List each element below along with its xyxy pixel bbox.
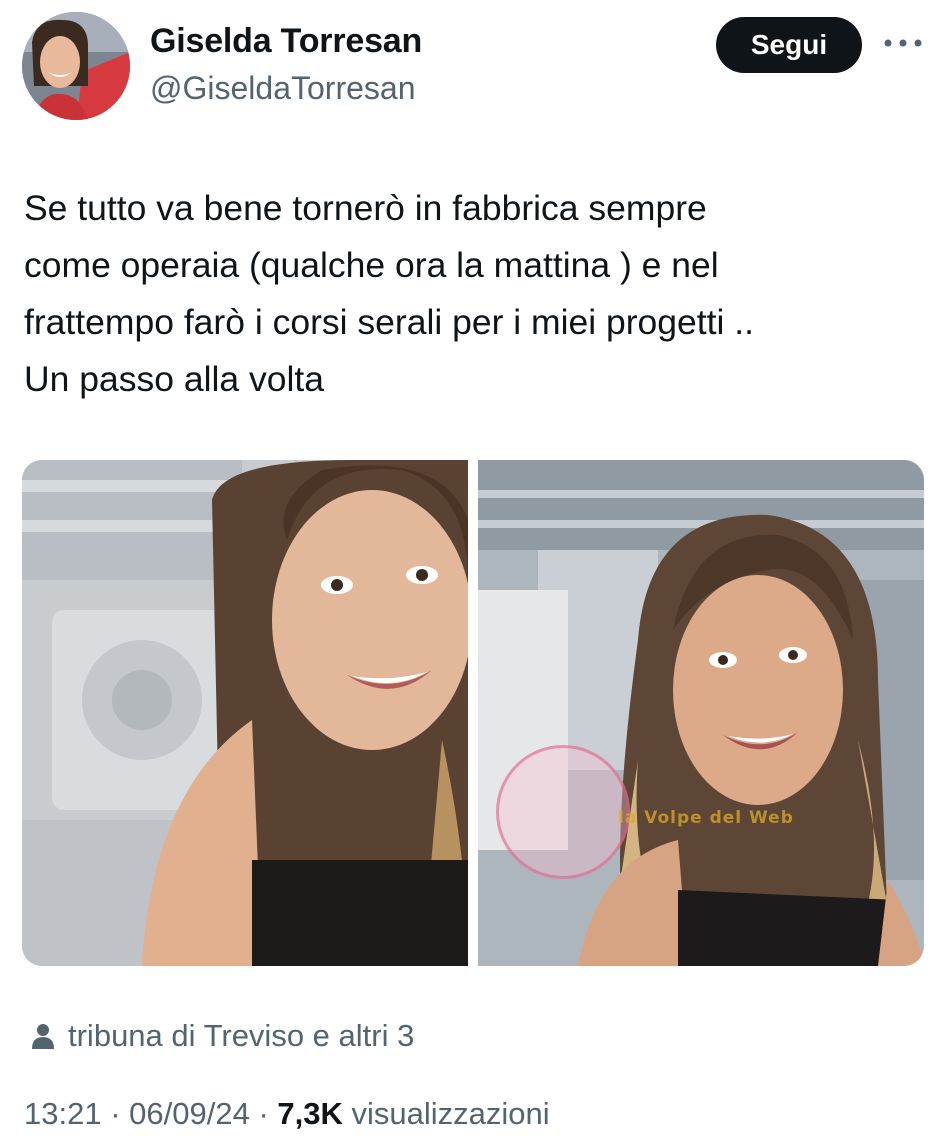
avatar-photo-icon — [22, 12, 130, 120]
meta-separator: · — [110, 1096, 121, 1131]
tagged-users-label: tribuna di Treviso e altri 3 — [68, 1018, 415, 1053]
photo-1[interactable] — [22, 460, 468, 966]
tweet-meta: 13:21 · 06/09/24 · 7,3K visualizzazioni — [24, 1096, 550, 1132]
author-name[interactable]: Giselda Torresan — [150, 22, 422, 61]
more-options-button[interactable] — [882, 30, 924, 56]
photo-2[interactable]: la Volpe del Web — [478, 460, 924, 966]
views-count[interactable]: 7,3K — [277, 1096, 342, 1131]
author-handle[interactable]: @GiseldaTorresan — [150, 70, 415, 107]
meta-separator: · — [258, 1096, 269, 1131]
person-icon — [32, 1024, 54, 1049]
media-grid: la Volpe del Web — [22, 460, 924, 966]
tweet-card: Giselda Torresan @GiseldaTorresan Segui … — [0, 0, 946, 1148]
more-horizontal-icon — [884, 39, 922, 47]
selfie-photo-icon — [478, 460, 924, 966]
selfie-photo-icon — [22, 460, 468, 966]
tweet-time[interactable]: 13:21 — [24, 1096, 102, 1131]
tweet-date[interactable]: 06/09/24 — [129, 1096, 250, 1131]
tagged-users-link[interactable]: tribuna di Treviso e altri 3 — [32, 1018, 414, 1054]
tweet-text: Se tutto va bene tornerò in fabbrica sem… — [24, 188, 754, 399]
views-label: visualizzazioni — [351, 1096, 550, 1131]
author-avatar[interactable] — [22, 12, 130, 120]
follow-button[interactable]: Segui — [716, 17, 862, 73]
